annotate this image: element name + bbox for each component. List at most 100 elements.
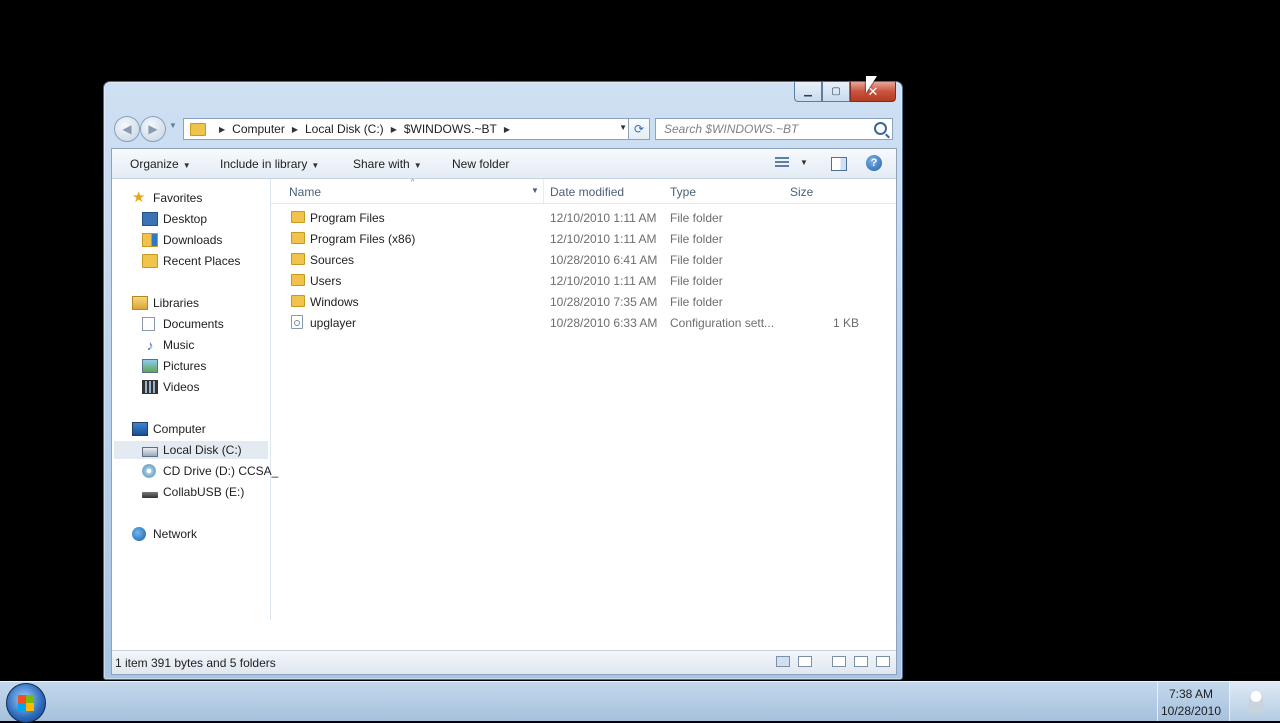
breadcrumb-windows-bt[interactable]: $WINDOWS.~BT	[404, 122, 497, 136]
chevron-down-icon: ▼	[413, 161, 422, 170]
config-file-icon	[291, 315, 303, 329]
recent-places-icon	[142, 254, 158, 268]
command-bar: Organize ▼ Include in library ▼ Share with…	[112, 149, 896, 179]
videos-icon	[142, 380, 158, 394]
start-button[interactable]	[6, 683, 46, 723]
view-options-dropdown[interactable]: ▼	[800, 158, 808, 167]
include-in-library-button[interactable]: Include in library ▼	[220, 157, 319, 171]
file-date: 10/28/2010 7:35 AM	[550, 294, 658, 309]
organize-button[interactable]: Organize ▼	[130, 157, 191, 171]
clock-time: 7:38 AM	[1168, 687, 1214, 701]
breadcrumb-separator[interactable]: ▶	[219, 125, 225, 134]
sidebar-item-desktop[interactable]: Desktop	[142, 210, 207, 228]
search-icon[interactable]	[874, 122, 887, 135]
folder-icon	[291, 253, 305, 265]
preview-pane-icon[interactable]	[831, 157, 847, 171]
taskbar: 7:38 AM 10/28/2010	[0, 681, 1280, 723]
chevron-down-icon: ▼	[182, 161, 191, 170]
desktop-icon	[142, 212, 158, 226]
breadcrumb-local-disk[interactable]: Local Disk (C:)	[305, 122, 384, 136]
sidebar-item-computer[interactable]: Computer	[132, 420, 206, 438]
refresh-button[interactable]: ⟳	[628, 118, 650, 140]
file-row[interactable]: upglayer 10/28/2010 6:33 AM Configuratio…	[271, 312, 896, 333]
help-icon[interactable]: ?	[866, 155, 882, 171]
column-filter-dropdown[interactable]: ▼	[531, 186, 539, 195]
pane-layout-icon[interactable]	[854, 656, 868, 667]
folder-icon	[190, 122, 206, 136]
chevron-down-icon: ▼	[311, 161, 320, 170]
file-row[interactable]: Sources 10/28/2010 6:41 AM File folder	[271, 249, 896, 270]
network-icon	[132, 527, 146, 541]
sidebar-item-libraries[interactable]: Libraries	[132, 294, 199, 312]
navigation-bar: ◀ ▶ ▼ ▶ Computer ▶ Local Disk (C:) ▶ $WI…	[111, 115, 896, 143]
sidebar-item-videos[interactable]: Videos	[142, 378, 199, 396]
pane-layout-icon[interactable]	[832, 656, 846, 667]
user-icon	[1248, 690, 1263, 713]
sort-ascending-icon: ^	[411, 179, 415, 186]
address-history-dropdown[interactable]: ▼	[619, 123, 627, 132]
file-type: File folder	[670, 252, 723, 267]
search-input[interactable]	[662, 121, 876, 137]
file-row[interactable]: Windows 10/28/2010 7:35 AM File folder	[271, 291, 896, 312]
music-icon: ♪	[146, 337, 154, 353]
breadcrumb-separator[interactable]: ▶	[292, 125, 298, 134]
explorer-window: ▁ ▢ ✕ ◀ ▶ ▼ ▶ Computer ▶ Local Disk (C:)…	[103, 81, 903, 680]
file-row[interactable]: Program Files (x86) 12/10/2010 1:11 AM F…	[271, 228, 896, 249]
file-date: 12/10/2010 1:11 AM	[550, 210, 657, 225]
file-list: ^ Name ▼ Date modified Type Size Program…	[271, 179, 896, 620]
details-view-icon[interactable]	[776, 656, 790, 667]
sidebar-item-local-disk[interactable]: Local Disk (C:)	[114, 441, 268, 459]
sidebar-item-cd-drive[interactable]: CD Drive (D:) CCSA_	[142, 462, 278, 480]
clock[interactable]: 7:38 AM 10/28/2010	[1160, 686, 1222, 720]
column-header-type[interactable]: Type	[670, 185, 696, 199]
documents-icon	[142, 317, 155, 331]
breadcrumb-computer[interactable]: Computer	[232, 122, 285, 136]
sidebar-item-music[interactable]: ♪ Music	[142, 336, 195, 354]
change-view-icon[interactable]	[775, 157, 789, 169]
forward-button[interactable]: ▶	[140, 116, 166, 142]
file-name: upglayer	[310, 315, 357, 330]
column-header-size[interactable]: Size	[790, 185, 813, 199]
explorer-content: Organize ▼ Include in library ▼ Share with…	[111, 148, 897, 675]
sidebar-item-label: CollabUSB (E:)	[163, 485, 245, 499]
file-name: Windows	[310, 294, 359, 309]
file-type: File folder	[670, 231, 723, 246]
file-row[interactable]: Program Files 12/10/2010 1:11 AM File fo…	[271, 207, 896, 228]
address-bar[interactable]: ▶ Computer ▶ Local Disk (C:) ▶ $WINDOWS.…	[183, 118, 650, 140]
clock-date: 10/28/2010	[1160, 704, 1222, 718]
sidebar-item-pictures[interactable]: Pictures	[142, 357, 206, 375]
sidebar-item-label: Documents	[163, 317, 224, 331]
pane-layout-icon[interactable]	[876, 656, 890, 667]
status-text: 1 item 391 bytes and 5 folders	[115, 656, 276, 670]
sidebar-item-downloads[interactable]: Downloads	[142, 231, 222, 249]
folder-icon	[291, 232, 305, 244]
breadcrumb-separator[interactable]: ▶	[391, 125, 397, 134]
back-button[interactable]: ◀	[114, 116, 140, 142]
sidebar-item-favorites[interactable]: ★ Favorites	[132, 189, 202, 207]
new-folder-button[interactable]: New folder	[452, 157, 509, 171]
column-header-date-modified[interactable]: Date modified	[550, 185, 624, 199]
mouse-cursor-icon	[866, 76, 877, 93]
recent-pages-dropdown[interactable]: ▼	[169, 121, 177, 130]
search-box[interactable]	[655, 118, 893, 140]
maximize-button[interactable]: ▢	[822, 82, 850, 102]
sidebar-item-network[interactable]: Network	[132, 525, 197, 543]
column-divider[interactable]	[543, 179, 544, 203]
show-desktop-button[interactable]	[1229, 682, 1280, 721]
library-icon	[132, 296, 148, 310]
sidebar-item-usb[interactable]: CollabUSB (E:)	[142, 483, 244, 501]
include-in-library-label: Include in library	[220, 157, 308, 171]
sidebar-item-recent-places[interactable]: Recent Places	[142, 252, 240, 270]
sidebar-item-documents[interactable]: Documents	[142, 315, 224, 333]
breadcrumb-separator[interactable]: ▶	[504, 125, 510, 134]
large-icons-view-icon[interactable]	[798, 656, 812, 667]
minimize-button[interactable]: ▁	[794, 82, 822, 102]
star-icon: ★	[132, 189, 146, 206]
sidebar-item-label: Computer	[153, 422, 206, 436]
file-name: Sources	[310, 252, 355, 267]
downloads-folder-icon	[142, 233, 158, 247]
cd-drive-icon	[142, 464, 156, 478]
file-row[interactable]: Users 12/10/2010 1:11 AM File folder	[271, 270, 896, 291]
share-with-button[interactable]: Share with ▼	[353, 157, 422, 171]
column-header-name[interactable]: Name	[289, 185, 321, 199]
